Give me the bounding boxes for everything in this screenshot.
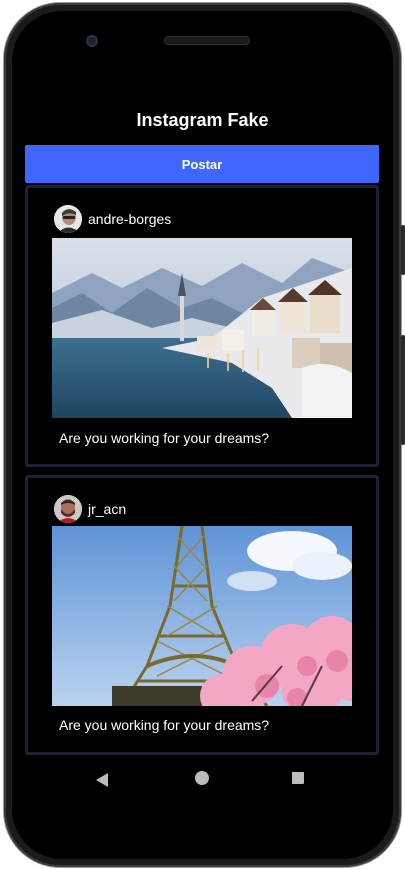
android-nav-bar <box>20 764 385 798</box>
avatar[interactable] <box>54 205 82 233</box>
front-camera <box>86 35 98 47</box>
app-screen: Instagram Fake Postar andre-borges Are y… <box>20 90 385 764</box>
post-card: jr_acn Are you working for your dreams? <box>25 475 379 755</box>
avatar[interactable] <box>54 495 82 523</box>
post-username[interactable]: jr_acn <box>88 501 126 517</box>
page-title: Instagram Fake <box>136 110 269 130</box>
post-card: andre-borges Are you working for your dr… <box>25 185 379 467</box>
post-header: andre-borges <box>54 204 171 234</box>
post-caption: Are you working for your dreams? <box>59 717 270 733</box>
post-image <box>52 238 352 418</box>
post-caption: Are you working for your dreams? <box>59 430 270 446</box>
post-image <box>52 526 352 706</box>
eiffel-tower-photo <box>52 526 352 706</box>
post-username[interactable]: andre-borges <box>88 211 171 227</box>
earpiece-speaker <box>164 36 250 45</box>
home-circle-icon[interactable] <box>195 771 209 785</box>
post-header: jr_acn <box>54 494 126 524</box>
back-triangle-icon[interactable] <box>95 772 109 793</box>
volume-button <box>401 335 405 445</box>
post-button[interactable]: Postar <box>25 145 379 183</box>
winter-lake-village-photo <box>52 238 352 418</box>
power-button <box>401 225 405 275</box>
recents-square-icon[interactable] <box>292 772 304 784</box>
